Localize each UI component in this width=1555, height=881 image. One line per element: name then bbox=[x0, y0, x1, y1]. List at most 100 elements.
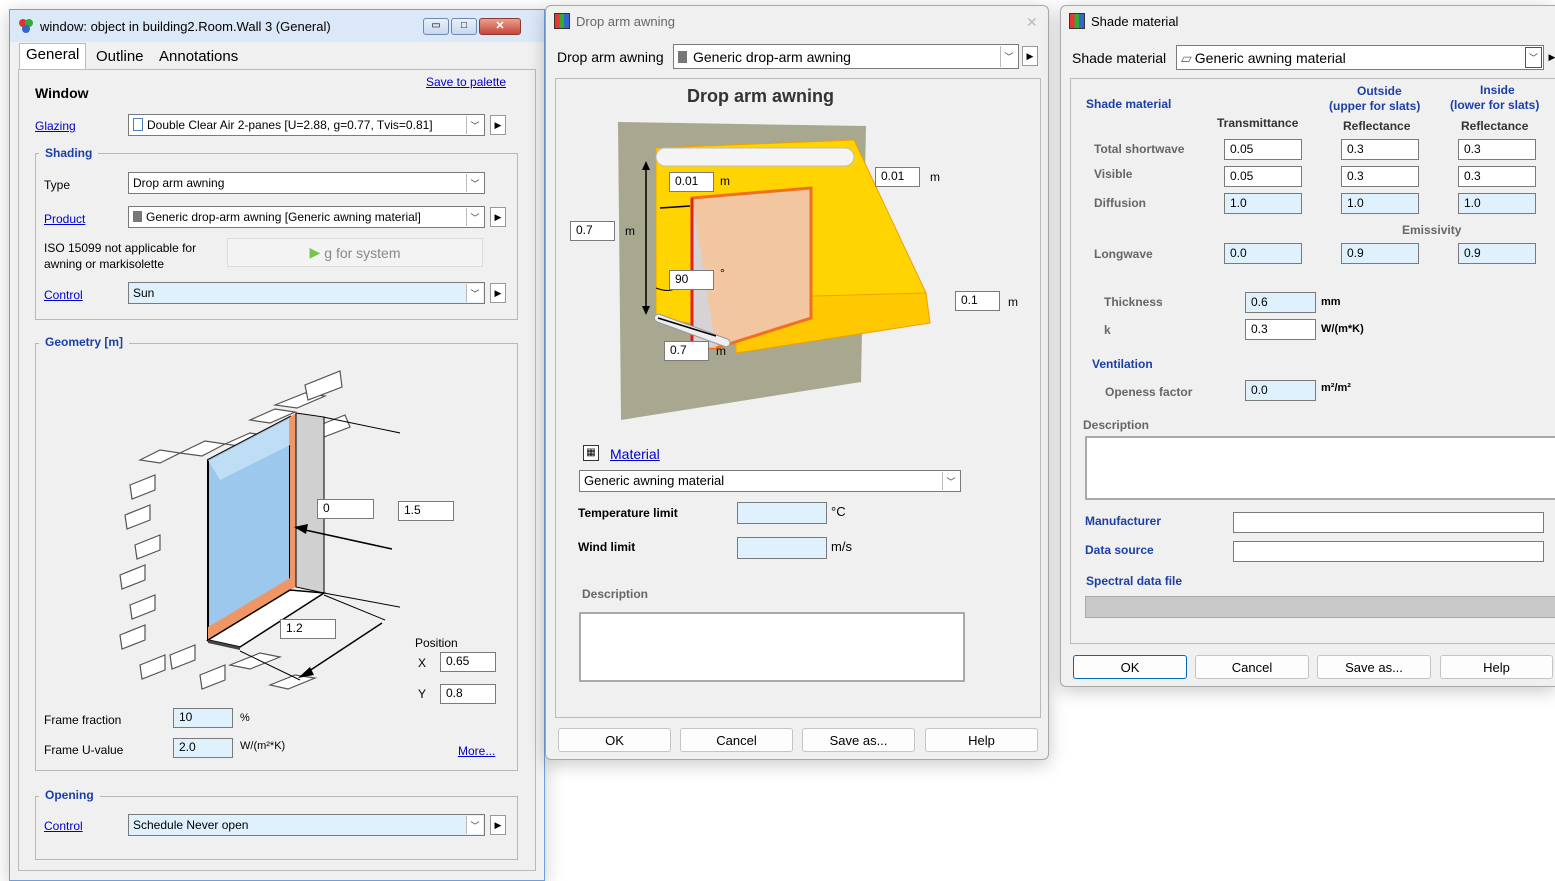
description-textarea[interactable] bbox=[1085, 436, 1555, 500]
shade-material-play-button[interactable]: ▶ bbox=[1547, 47, 1555, 67]
window2-titlebar[interactable]: Drop arm awning bbox=[546, 6, 1048, 36]
help-button[interactable]: Help bbox=[1440, 655, 1553, 679]
tab-outline[interactable]: Outline bbox=[90, 46, 150, 70]
close-icon[interactable]: ✕ bbox=[1026, 14, 1038, 31]
shade-material-dialog: Shade material Shade material ▱ Generic a… bbox=[1060, 5, 1555, 687]
right-bottom-unit: m bbox=[1008, 295, 1018, 309]
opening-control-select[interactable]: Schedule Never open ﹀ bbox=[128, 814, 485, 836]
cancel-button[interactable]: Cancel bbox=[1195, 655, 1309, 679]
glazing-select[interactable]: Double Clear Air 2-panes [U=2.88, g=0.77… bbox=[128, 114, 485, 136]
total-shortwave-inside-input[interactable]: 0.3 bbox=[1458, 139, 1536, 160]
material-link[interactable]: Material bbox=[610, 446, 660, 462]
bottom-arm-input[interactable]: 0.7 bbox=[664, 341, 709, 361]
chevron-down-icon: ﹀ bbox=[466, 174, 483, 192]
shade-material-label: Shade material bbox=[1072, 50, 1167, 66]
save-as-button[interactable]: Save as... bbox=[802, 728, 915, 752]
description-label: Description bbox=[582, 587, 649, 601]
window2-title: Drop arm awning bbox=[576, 13, 675, 29]
glazing-play-button[interactable]: ▶ bbox=[490, 115, 506, 135]
frame-u-input[interactable]: 2.0 bbox=[173, 738, 233, 758]
right-bottom-input[interactable]: 0.1 bbox=[955, 291, 1000, 311]
visible-inside-input[interactable]: 0.3 bbox=[1458, 166, 1536, 187]
type-select[interactable]: Drop arm awning ﹀ bbox=[128, 172, 485, 194]
top-offset-unit: m bbox=[720, 174, 730, 188]
openess-input[interactable]: 0.0 bbox=[1245, 380, 1316, 401]
spectral-data-file-field[interactable] bbox=[1085, 596, 1555, 618]
save-as-button[interactable]: Save as... bbox=[1317, 655, 1431, 679]
material-select[interactable]: Generic awning material ﹀ bbox=[579, 470, 961, 492]
row-label-visible: Visible bbox=[1094, 167, 1133, 181]
ok-button[interactable]: OK bbox=[1073, 655, 1187, 679]
data-source-label: Data source bbox=[1085, 543, 1154, 557]
chevron-down-icon: ﹀ bbox=[466, 816, 483, 834]
diffusion-transmittance-input[interactable]: 1.0 bbox=[1224, 193, 1302, 214]
geometry-title: Geometry [m] bbox=[39, 335, 130, 349]
position-x-input[interactable]: 0.65 bbox=[440, 652, 496, 672]
left-height-unit: m bbox=[625, 224, 635, 238]
drop-arm-play-button[interactable]: ▶ bbox=[1022, 46, 1038, 66]
close-button[interactable]: ✕ bbox=[479, 18, 521, 35]
help-button[interactable]: Help bbox=[925, 728, 1038, 752]
control-link[interactable]: Control bbox=[44, 288, 83, 302]
frame-fraction-input[interactable]: 10 bbox=[173, 708, 233, 728]
shade-material-select[interactable]: ▱ Generic awning material ﹀ bbox=[1176, 45, 1544, 70]
cancel-button[interactable]: Cancel bbox=[680, 728, 793, 752]
total-shortwave-transmittance-input[interactable]: 0.05 bbox=[1224, 139, 1302, 160]
app-icon bbox=[18, 18, 34, 34]
width-input[interactable]: 1.2 bbox=[280, 619, 336, 639]
minimize-button[interactable]: ▭ bbox=[423, 18, 449, 35]
thickness-input[interactable]: 0.6 bbox=[1245, 292, 1316, 313]
bottom-arm-unit: m bbox=[716, 344, 726, 358]
maximize-button[interactable]: □ bbox=[451, 18, 477, 35]
tab-general[interactable]: General bbox=[19, 43, 87, 69]
control-select[interactable]: Sun ﹀ bbox=[128, 282, 485, 304]
temperature-limit-input[interactable] bbox=[737, 502, 827, 524]
top-offset-input[interactable]: 0.01 bbox=[669, 172, 714, 192]
opening-control-play-button[interactable]: ▶ bbox=[490, 815, 506, 835]
visible-outside-input[interactable]: 0.3 bbox=[1341, 166, 1419, 187]
window3-titlebar[interactable]: Shade material bbox=[1061, 6, 1555, 36]
save-to-palette-link[interactable]: Save to palette bbox=[426, 75, 506, 89]
height-input[interactable]: 1.5 bbox=[398, 501, 454, 521]
k-input[interactable]: 0.3 bbox=[1245, 319, 1316, 340]
window-properties-dialog: window: object in building2.Room.Wall 3 … bbox=[9, 9, 545, 881]
description-textarea[interactable] bbox=[579, 612, 965, 682]
depth-input[interactable]: 0 bbox=[317, 499, 374, 519]
longwave-inside-input[interactable]: 0.9 bbox=[1458, 243, 1536, 264]
diffusion-inside-input[interactable]: 1.0 bbox=[1458, 193, 1536, 214]
window1-title: window: object in building2.Room.Wall 3 … bbox=[40, 18, 331, 34]
total-shortwave-outside-input[interactable]: 0.3 bbox=[1341, 139, 1419, 160]
product-play-button[interactable]: ▶ bbox=[490, 207, 506, 227]
visible-transmittance-input[interactable]: 0.05 bbox=[1224, 166, 1302, 187]
angle-input[interactable]: 90 bbox=[669, 270, 714, 290]
product-icon bbox=[133, 211, 142, 222]
product-link[interactable]: Product bbox=[44, 212, 85, 226]
iso-note-line1: ISO 15099 not applicable for bbox=[44, 241, 197, 255]
tab-annotations[interactable]: Annotations bbox=[153, 46, 244, 70]
right-top-input[interactable]: 0.01 bbox=[875, 167, 920, 187]
row-label-total-shortwave: Total shortwave bbox=[1094, 142, 1185, 156]
drop-arm-awning-select[interactable]: Generic drop-arm awning ﹀ bbox=[673, 44, 1019, 69]
product-select[interactable]: Generic drop-arm awning [Generic awning … bbox=[128, 206, 485, 228]
longwave-outside-input[interactable]: 0.9 bbox=[1341, 243, 1419, 264]
ventilation-label: Ventilation bbox=[1092, 357, 1153, 371]
manufacturer-input[interactable] bbox=[1233, 512, 1544, 533]
ok-button[interactable]: OK bbox=[558, 728, 671, 752]
left-height-input[interactable]: 0.7 bbox=[570, 221, 615, 241]
glazing-link[interactable]: Glazing bbox=[35, 119, 76, 133]
diffusion-outside-input[interactable]: 1.0 bbox=[1341, 193, 1419, 214]
longwave-transmittance-input[interactable]: 0.0 bbox=[1224, 243, 1302, 264]
control-play-button[interactable]: ▶ bbox=[490, 283, 506, 303]
data-source-input[interactable] bbox=[1233, 541, 1544, 562]
temperature-limit-unit: °C bbox=[831, 504, 846, 519]
control-value: Sun bbox=[133, 286, 155, 300]
product-icon bbox=[678, 51, 687, 63]
opening-title: Opening bbox=[39, 788, 100, 802]
position-y-input[interactable]: 0.8 bbox=[440, 684, 496, 704]
more-link[interactable]: More... bbox=[458, 744, 495, 758]
g-for-system-button[interactable]: ▶ g for system bbox=[227, 238, 483, 267]
wind-limit-input[interactable] bbox=[737, 537, 827, 559]
opening-control-link[interactable]: Control bbox=[44, 819, 83, 833]
angle-unit: ° bbox=[720, 266, 725, 280]
chevron-down-icon: ﹀ bbox=[466, 116, 483, 134]
